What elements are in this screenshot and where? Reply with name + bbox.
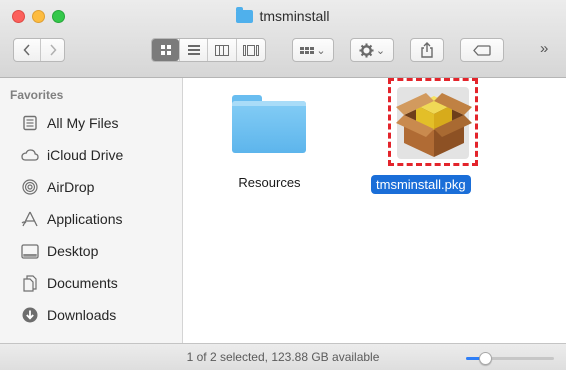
sidebar-item-downloads[interactable]: Downloads bbox=[21, 304, 179, 326]
cloud-icon bbox=[21, 146, 39, 164]
icon-view-button[interactable] bbox=[152, 39, 179, 61]
package-icon[interactable] bbox=[396, 85, 472, 161]
sidebar-item-label: All My Files bbox=[47, 115, 119, 131]
sidebar-item-label: Downloads bbox=[47, 307, 117, 323]
sidebar-item-label: Desktop bbox=[47, 243, 99, 259]
sidebar-heading-favorites: Favorites bbox=[10, 88, 64, 102]
action-button[interactable]: ⌄ bbox=[350, 38, 394, 62]
file-label-resources[interactable]: Resources bbox=[217, 175, 322, 190]
sidebar-item-label: Applications bbox=[47, 211, 123, 227]
file-label-tmsminstall-pkg[interactable]: tmsminstall.pkg bbox=[371, 175, 471, 194]
chevron-down-icon: ⌄ bbox=[375, 44, 386, 57]
finder-window: tmsminstall ⌄ ⌄ » Favorites All My Files… bbox=[0, 0, 566, 370]
gear-icon bbox=[359, 42, 374, 58]
share-icon bbox=[421, 42, 433, 58]
sidebar-item-documents[interactable]: Documents bbox=[21, 272, 179, 294]
desktop-icon bbox=[21, 242, 39, 260]
chevron-down-icon: ⌄ bbox=[316, 44, 326, 57]
column-view-icon bbox=[215, 44, 229, 56]
sidebar-item-all-my-files[interactable]: All My Files bbox=[21, 112, 179, 134]
applications-icon bbox=[21, 210, 39, 228]
documents-icon bbox=[21, 274, 39, 292]
sidebar-item-desktop[interactable]: Desktop bbox=[21, 240, 179, 262]
window-title-text: tmsminstall bbox=[259, 8, 330, 24]
airdrop-icon bbox=[21, 178, 39, 196]
window-title: tmsminstall bbox=[0, 6, 566, 25]
title-toolbar: tmsminstall ⌄ ⌄ » bbox=[0, 0, 566, 78]
cover-flow-button[interactable] bbox=[236, 39, 265, 61]
nav-back-forward bbox=[13, 38, 65, 62]
sidebar-item-airdrop[interactable]: AirDrop bbox=[21, 176, 179, 198]
slider-thumb[interactable] bbox=[479, 352, 492, 365]
list-view-icon bbox=[187, 45, 200, 55]
chevron-left-icon bbox=[23, 44, 30, 56]
toolbar-overflow-button[interactable]: » bbox=[540, 40, 548, 57]
tag-icon bbox=[473, 44, 491, 56]
sidebar: Favorites All My Files iCloud Drive AirD… bbox=[0, 78, 183, 343]
all-files-icon bbox=[21, 114, 39, 132]
sidebar-item-applications[interactable]: Applications bbox=[21, 208, 179, 230]
share-button[interactable] bbox=[410, 38, 444, 62]
sidebar-item-icloud-drive[interactable]: iCloud Drive bbox=[21, 144, 179, 166]
file-browser-area: Resources tmsminstall.pkg bbox=[184, 78, 566, 343]
arrange-icon bbox=[300, 46, 315, 54]
folder-icon bbox=[236, 6, 254, 23]
column-view-button[interactable] bbox=[207, 39, 236, 61]
sidebar-item-label: Documents bbox=[47, 275, 118, 291]
list-view-button[interactable] bbox=[179, 39, 207, 61]
chevron-right-icon bbox=[49, 44, 57, 56]
back-button[interactable] bbox=[14, 39, 40, 61]
sidebar-item-label: AirDrop bbox=[47, 179, 95, 195]
downloads-icon bbox=[21, 306, 39, 324]
status-bar: 1 of 2 selected, 123.88 GB available bbox=[0, 343, 566, 370]
sidebar-item-label: iCloud Drive bbox=[47, 147, 124, 163]
icon-size-slider[interactable] bbox=[466, 352, 554, 365]
edit-tags-button[interactable] bbox=[460, 38, 504, 62]
icon-view-icon bbox=[160, 45, 171, 55]
cover-flow-icon bbox=[243, 44, 259, 56]
forward-button[interactable] bbox=[40, 39, 64, 61]
highlight-box bbox=[388, 78, 478, 166]
arrange-button[interactable]: ⌄ bbox=[292, 38, 334, 62]
resources-folder-icon[interactable] bbox=[232, 95, 306, 153]
view-mode-selector bbox=[151, 38, 266, 62]
